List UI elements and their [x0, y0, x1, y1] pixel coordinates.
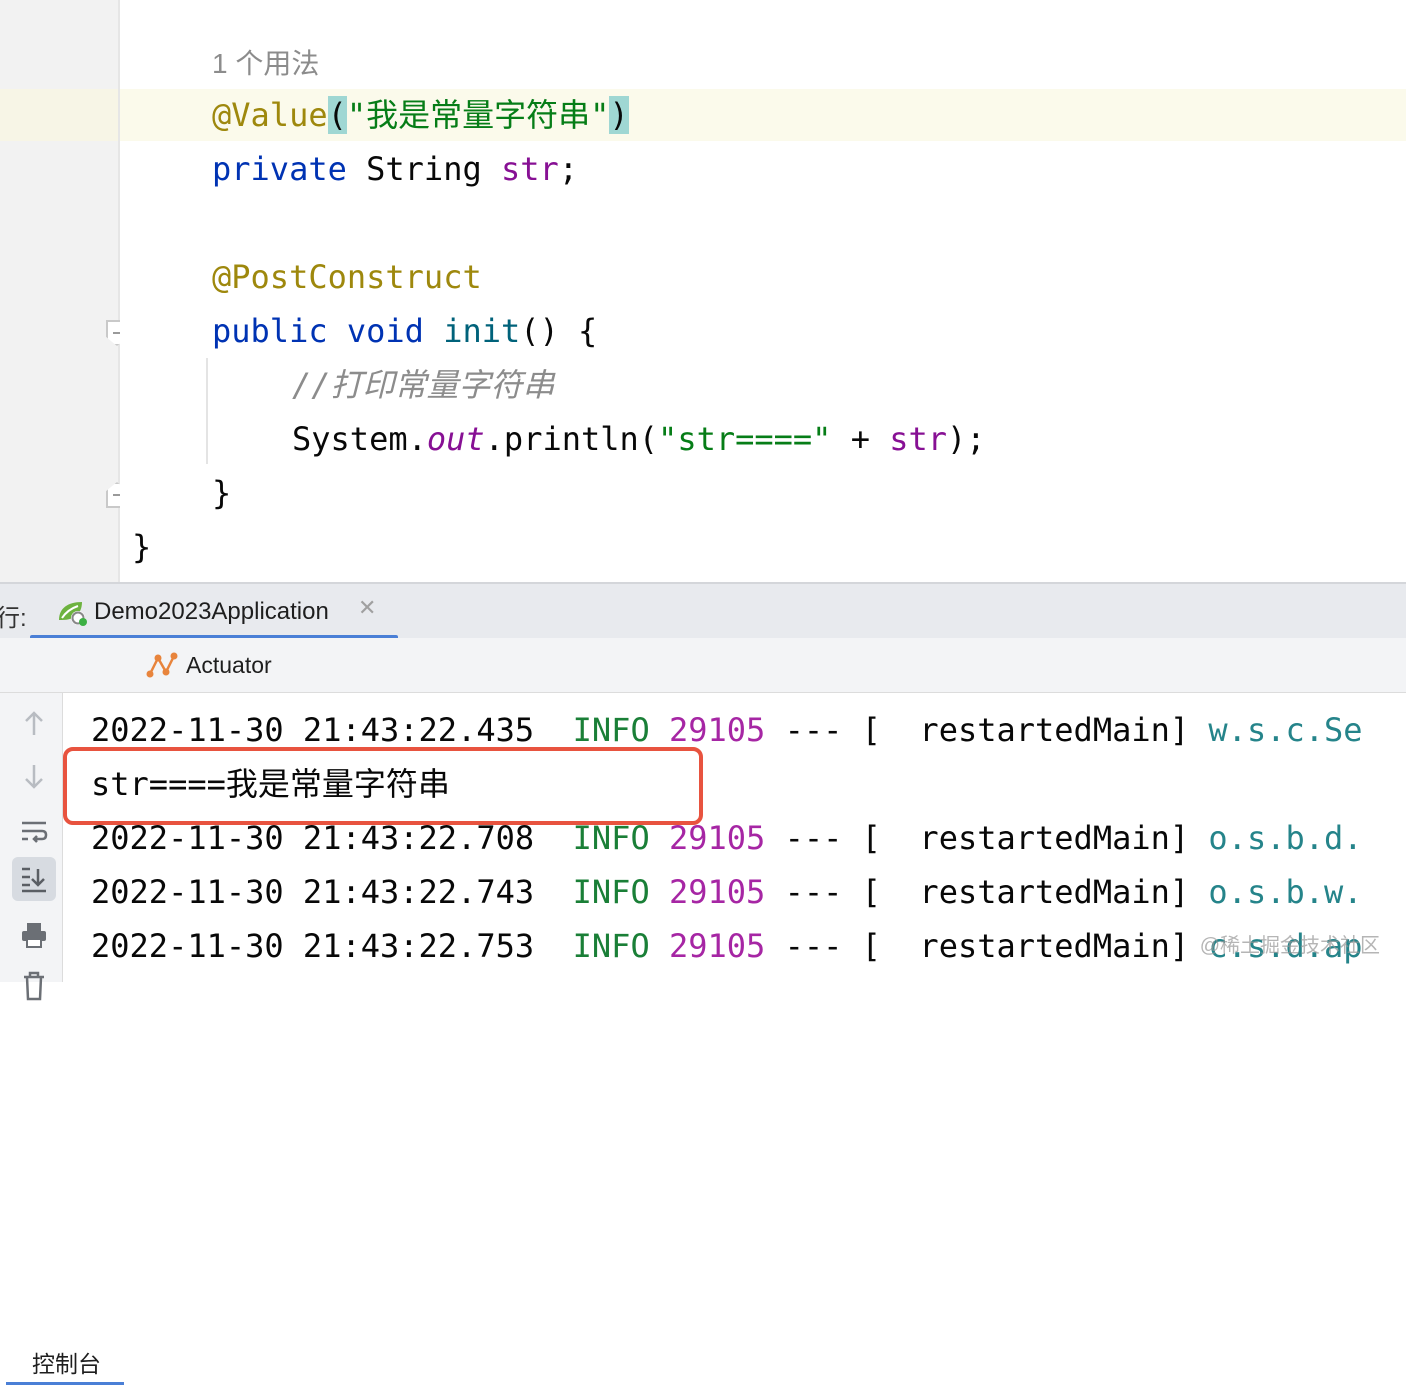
method-name-token: init — [443, 312, 521, 350]
run-tool-window-header: 行: Demo2023Application ✕ — [0, 582, 1406, 640]
down-arrow-icon[interactable] — [12, 755, 56, 799]
paren-match: ( — [327, 96, 347, 134]
annotation-token: @Value — [212, 96, 328, 134]
log-separator: --- — [784, 873, 843, 911]
field-token: str — [889, 420, 948, 458]
method-call-token: .println( — [484, 420, 659, 458]
class-token: System. — [292, 420, 427, 458]
editor-gutter — [0, 0, 128, 582]
type-token: String — [366, 150, 482, 188]
log-thread: [ restartedMain] — [861, 819, 1190, 857]
log-separator: --- — [784, 711, 843, 749]
log-pid: 29105 — [668, 927, 766, 965]
log-separator: --- — [784, 819, 843, 857]
clear-icon[interactable] — [12, 963, 56, 1007]
paren-match: ) — [609, 96, 629, 134]
gutter-caret-line — [0, 89, 118, 141]
up-arrow-icon[interactable] — [12, 701, 56, 745]
string-token: "str====" — [658, 420, 832, 458]
log-level: INFO — [572, 927, 650, 965]
log-logger: o.s.b.d. — [1208, 819, 1363, 857]
log-line: 2022-11-30 21:43:22.753 INFO 29105 --- [… — [91, 920, 1363, 972]
log-line: 2022-11-30 21:43:22.743 INFO 29105 --- [… — [91, 866, 1363, 918]
console-toolbar — [0, 693, 63, 1001]
log-pid: 29105 — [668, 873, 766, 911]
usage-hint[interactable]: 1 个用法 — [212, 38, 319, 90]
code-line-method-decl: public void init() { — [212, 305, 597, 357]
code-line-field: private String str; — [212, 143, 578, 195]
print-icon[interactable] — [12, 913, 56, 957]
run-config-tab-label: Demo2023Application — [94, 598, 329, 625]
log-thread: [ restartedMain] — [861, 927, 1190, 965]
keyword-token: public — [212, 312, 328, 350]
code-line-method-close: } — [212, 474, 232, 512]
punct-token: () { — [520, 312, 598, 350]
annotation-highlight-box — [63, 747, 703, 825]
scope-indent-guide — [206, 358, 208, 464]
punct-token: ; — [558, 150, 579, 188]
close-icon[interactable]: ✕ — [358, 596, 376, 621]
log-timestamp: 2022-11-30 21:43:22.753 — [91, 927, 535, 965]
log-separator: --- — [784, 927, 843, 965]
code-line-postconstruct: @PostConstruct — [212, 251, 482, 303]
keyword-token: private — [212, 150, 347, 188]
scroll-to-end-icon[interactable] — [12, 857, 56, 901]
annotation-token: @PostConstruct — [212, 258, 482, 296]
actuator-icon — [146, 650, 178, 680]
log-timestamp: 2022-11-30 21:43:22.743 — [91, 873, 535, 911]
code-line-println: System.out.println("str====" + str); — [292, 413, 986, 465]
log-timestamp: 2022-11-30 21:43:22.435 — [91, 711, 535, 749]
punct-token: ); — [947, 420, 986, 458]
log-pid: 29105 — [668, 711, 766, 749]
code-line-class-close: } — [132, 528, 152, 566]
tab-actuator-label: Actuator — [186, 652, 272, 678]
string-token: "我是常量字符串" — [346, 96, 610, 134]
keyword-token: void — [346, 312, 424, 350]
tab-actuator[interactable]: Actuator — [146, 638, 306, 692]
code-line-comment: //打印常量字符串 — [292, 366, 555, 404]
tab-console-label: 控制台 — [32, 1351, 101, 1377]
field-token: str — [500, 150, 559, 188]
log-level: INFO — [572, 711, 650, 749]
static-field-token: out — [426, 420, 485, 458]
log-level: INFO — [572, 873, 650, 911]
tab-console[interactable]: 控制台 — [6, 1331, 124, 1385]
spring-boot-run-icon — [56, 598, 88, 626]
log-logger: o.s.b.w. — [1208, 873, 1363, 911]
log-thread: [ restartedMain] — [861, 873, 1190, 911]
code-line-value-annotation: @Value("我是常量字符串") — [212, 89, 629, 141]
soft-wrap-icon[interactable] — [12, 809, 56, 853]
code-editor[interactable]: 1 个用法 @Value("我是常量字符串") private String s… — [120, 0, 1406, 582]
log-logger: w.s.c.Se — [1208, 711, 1363, 749]
run-sub-tabs: 控制台 Actuator — [0, 638, 1406, 1385]
log-thread: [ restartedMain] — [861, 711, 1190, 749]
operator-token: + — [831, 420, 890, 458]
run-prefix-label: 行: — [0, 605, 27, 632]
watermark: @稀土掘金技术社区 — [1199, 935, 1380, 957]
run-config-tab[interactable]: Demo2023Application ✕ — [30, 584, 398, 640]
